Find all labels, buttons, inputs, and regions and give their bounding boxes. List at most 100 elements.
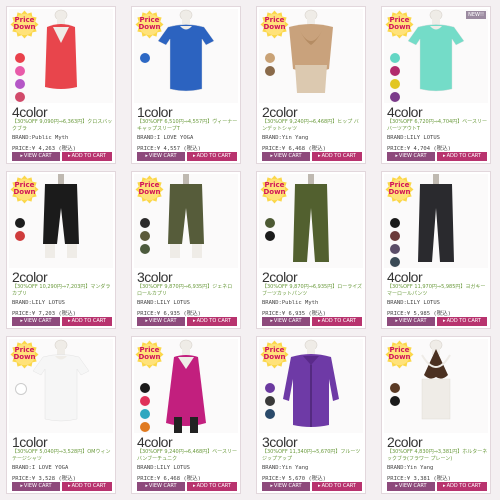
- product-card[interactable]: Price Down 2color 【30%OFF 10,290円⇒7,203円】マン…: [6, 171, 116, 329]
- add-to-cart-label: ADD TO CART: [321, 483, 356, 489]
- price-down-badge: Price Down: [10, 175, 39, 204]
- cart-icon: ▸: [270, 483, 273, 489]
- add-to-cart-button[interactable]: ▸ADD TO CART: [312, 482, 362, 491]
- add-to-cart-button[interactable]: ▸ADD TO CART: [187, 482, 237, 491]
- add-to-cart-button[interactable]: ▸ADD TO CART: [437, 152, 487, 161]
- color-swatch[interactable]: [15, 53, 25, 63]
- product-description-link[interactable]: 【30%OFF 11,970円⇒5,985円】ヨガキーマーロールパンツ: [387, 284, 488, 297]
- view-cart-button[interactable]: ▸VIEW CART: [137, 317, 185, 326]
- product-description-link[interactable]: 【30%OFF 6,510円⇒4,557円】ヴィーナーキャップスリーブT: [137, 119, 238, 132]
- product-description-link[interactable]: 【30%OFF 9,090円⇒6,363円】クロスバックブラ: [12, 119, 113, 132]
- view-cart-button[interactable]: ▸VIEW CART: [387, 482, 435, 491]
- view-cart-button[interactable]: ▸VIEW CART: [262, 152, 310, 161]
- color-swatch[interactable]: [15, 231, 25, 241]
- view-cart-button[interactable]: ▸VIEW CART: [12, 152, 60, 161]
- view-cart-button[interactable]: ▸VIEW CART: [137, 152, 185, 161]
- product-description-link[interactable]: 【30%OFF 9,240円⇒6,468円】ベースリーバンブーチュニク: [137, 449, 238, 462]
- product-card[interactable]: Price Down 2color 【30%OFF 9,240円⇒6,468円】ヒップ…: [256, 6, 366, 164]
- product-brand: BRAND:I LOVE YOGA: [12, 465, 69, 471]
- product-description-link[interactable]: 【30%OFF 9,870円⇒6,935円】ローライズブーツカットパンツ: [262, 284, 363, 297]
- product-card[interactable]: Price Down 1color 【30%OFF 5,040円⇒3,528円】OMウ…: [6, 336, 116, 494]
- product-photo[interactable]: Price Down: [259, 174, 363, 268]
- color-swatch[interactable]: [140, 422, 150, 432]
- product-card[interactable]: Price Down 2color 【30%OFF 9,870円⇒6,935円】ローラ…: [256, 171, 366, 329]
- product-card[interactable]: Price Down 1color 【30%OFF 6,510円⇒4,557円】ヴィー…: [131, 6, 241, 164]
- product-description-link[interactable]: 【30%OFF 4,830円⇒3,381円】ホルターネックブラ(フラワー プレー…: [387, 449, 488, 462]
- product-card[interactable]: Price Down 4color 【30%OFF 11,970円⇒5,985円】ヨガ…: [381, 171, 491, 329]
- color-swatch[interactable]: [390, 218, 400, 228]
- color-swatch[interactable]: [265, 409, 275, 419]
- product-photo[interactable]: Price Down: [384, 174, 488, 268]
- color-swatch[interactable]: [390, 79, 400, 89]
- add-to-cart-button[interactable]: ▸ADD TO CART: [187, 152, 237, 161]
- color-swatch[interactable]: [140, 244, 150, 254]
- product-card[interactable]: Price Down NEW!! 4color 【30%OFF 6,720円⇒4,704…: [381, 6, 491, 164]
- color-swatch[interactable]: [390, 383, 400, 393]
- color-swatch[interactable]: [265, 231, 275, 241]
- product-photo[interactable]: Price Down: [9, 9, 113, 103]
- color-swatch[interactable]: [15, 218, 25, 228]
- product-card[interactable]: Price Down 4color 【30%OFF 9,240円⇒6,468円】ベース…: [131, 336, 241, 494]
- color-swatch[interactable]: [140, 53, 150, 63]
- add-to-cart-button[interactable]: ▸ADD TO CART: [62, 317, 112, 326]
- color-swatch[interactable]: [140, 409, 150, 419]
- product-photo[interactable]: Price Down: [134, 9, 238, 103]
- color-swatch[interactable]: [265, 218, 275, 228]
- product-photo[interactable]: Price Down NEW!!: [384, 9, 488, 103]
- color-swatch[interactable]: [390, 66, 400, 76]
- product-card[interactable]: Price Down 2color 【30%OFF 4,830円⇒3,381円】ホルタ…: [381, 336, 491, 494]
- product-photo[interactable]: Price Down: [134, 339, 238, 433]
- view-cart-button[interactable]: ▸VIEW CART: [12, 317, 60, 326]
- add-to-cart-button[interactable]: ▸ADD TO CART: [437, 317, 487, 326]
- color-swatch[interactable]: [15, 79, 25, 89]
- color-swatch[interactable]: [390, 244, 400, 254]
- add-to-cart-button[interactable]: ▸ADD TO CART: [62, 152, 112, 161]
- add-to-cart-button[interactable]: ▸ADD TO CART: [437, 482, 487, 491]
- view-cart-button[interactable]: ▸VIEW CART: [12, 482, 60, 491]
- color-swatch[interactable]: [15, 383, 27, 395]
- color-swatch[interactable]: [140, 396, 150, 406]
- color-swatch[interactable]: [140, 383, 150, 393]
- color-swatch[interactable]: [140, 231, 150, 241]
- product-description-link[interactable]: 【30%OFF 9,240円⇒6,468円】ヒップ バンデットシャツ: [262, 119, 363, 132]
- product-description-link[interactable]: 【30%OFF 11,340円⇒5,670円】フルーツジップアップ: [262, 449, 363, 462]
- product-description-link[interactable]: 【30%OFF 10,290円⇒7,203円】マンダラカプリ: [12, 284, 113, 297]
- product-photo[interactable]: Price Down: [9, 339, 113, 433]
- view-cart-button[interactable]: ▸VIEW CART: [387, 152, 435, 161]
- product-card[interactable]: Price Down 3color 【30%OFF 9,870円⇒6,935円】ジェネ…: [131, 171, 241, 329]
- product-card[interactable]: Price Down 3color 【30%OFF 11,340円⇒5,670円】フル…: [256, 336, 366, 494]
- product-photo[interactable]: Price Down: [134, 174, 238, 268]
- product-photo[interactable]: Price Down: [259, 9, 363, 103]
- view-cart-button[interactable]: ▸VIEW CART: [262, 317, 310, 326]
- view-cart-button[interactable]: ▸VIEW CART: [387, 317, 435, 326]
- color-swatch[interactable]: [265, 53, 275, 63]
- add-to-cart-button[interactable]: ▸ADD TO CART: [187, 317, 237, 326]
- color-swatch[interactable]: [15, 66, 25, 76]
- color-swatch[interactable]: [390, 396, 400, 406]
- add-to-cart-button[interactable]: ▸ADD TO CART: [312, 152, 362, 161]
- product-photo[interactable]: Price Down: [259, 339, 363, 433]
- product-photo[interactable]: Price Down: [384, 339, 488, 433]
- product-description-link[interactable]: 【30%OFF 5,040円⇒3,528円】OMウィンテージシャツ: [12, 449, 113, 462]
- add-to-cart-button[interactable]: ▸ADD TO CART: [62, 482, 112, 491]
- product-brand: BRAND:Yin Yang: [387, 465, 434, 471]
- color-swatch[interactable]: [265, 383, 275, 393]
- view-cart-button[interactable]: ▸VIEW CART: [262, 482, 310, 491]
- color-swatch[interactable]: [390, 257, 400, 267]
- color-swatch[interactable]: [390, 53, 400, 63]
- color-count: 4color: [137, 434, 173, 450]
- color-swatch[interactable]: [390, 231, 400, 241]
- color-swatch[interactable]: [15, 92, 25, 102]
- color-swatches: [140, 383, 152, 435]
- product-description-link[interactable]: 【30%OFF 9,870円⇒6,935円】ジェネロ ロールカプリ: [137, 284, 238, 297]
- view-cart-button[interactable]: ▸VIEW CART: [137, 482, 185, 491]
- view-cart-label: VIEW CART: [398, 483, 427, 489]
- add-to-cart-button[interactable]: ▸ADD TO CART: [312, 317, 362, 326]
- product-photo[interactable]: Price Down: [9, 174, 113, 268]
- color-swatch[interactable]: [265, 396, 275, 406]
- color-swatch[interactable]: [390, 92, 400, 102]
- product-card[interactable]: Price Down 4color 【30%OFF 9,090円⇒6,363円】クロス…: [6, 6, 116, 164]
- color-swatch[interactable]: [265, 66, 275, 76]
- product-description-link[interactable]: 【30%OFF 6,720円⇒4,704円】ベースリーバーツアウトT: [387, 119, 488, 132]
- color-swatch[interactable]: [140, 218, 150, 228]
